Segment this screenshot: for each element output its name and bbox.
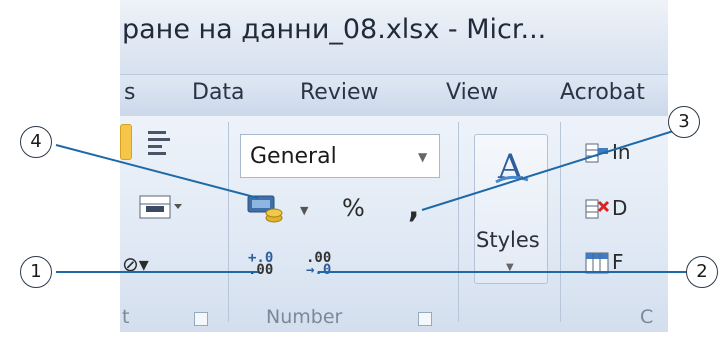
callout-1: 1: [20, 256, 52, 288]
callout-4: 4: [20, 126, 52, 158]
callout-lines: [55, 126, 688, 273]
callout-2: 2: [686, 256, 718, 288]
callout-3: 3: [668, 106, 700, 138]
callout-line-3: [421, 126, 687, 211]
callout-line-4: [55, 144, 259, 199]
